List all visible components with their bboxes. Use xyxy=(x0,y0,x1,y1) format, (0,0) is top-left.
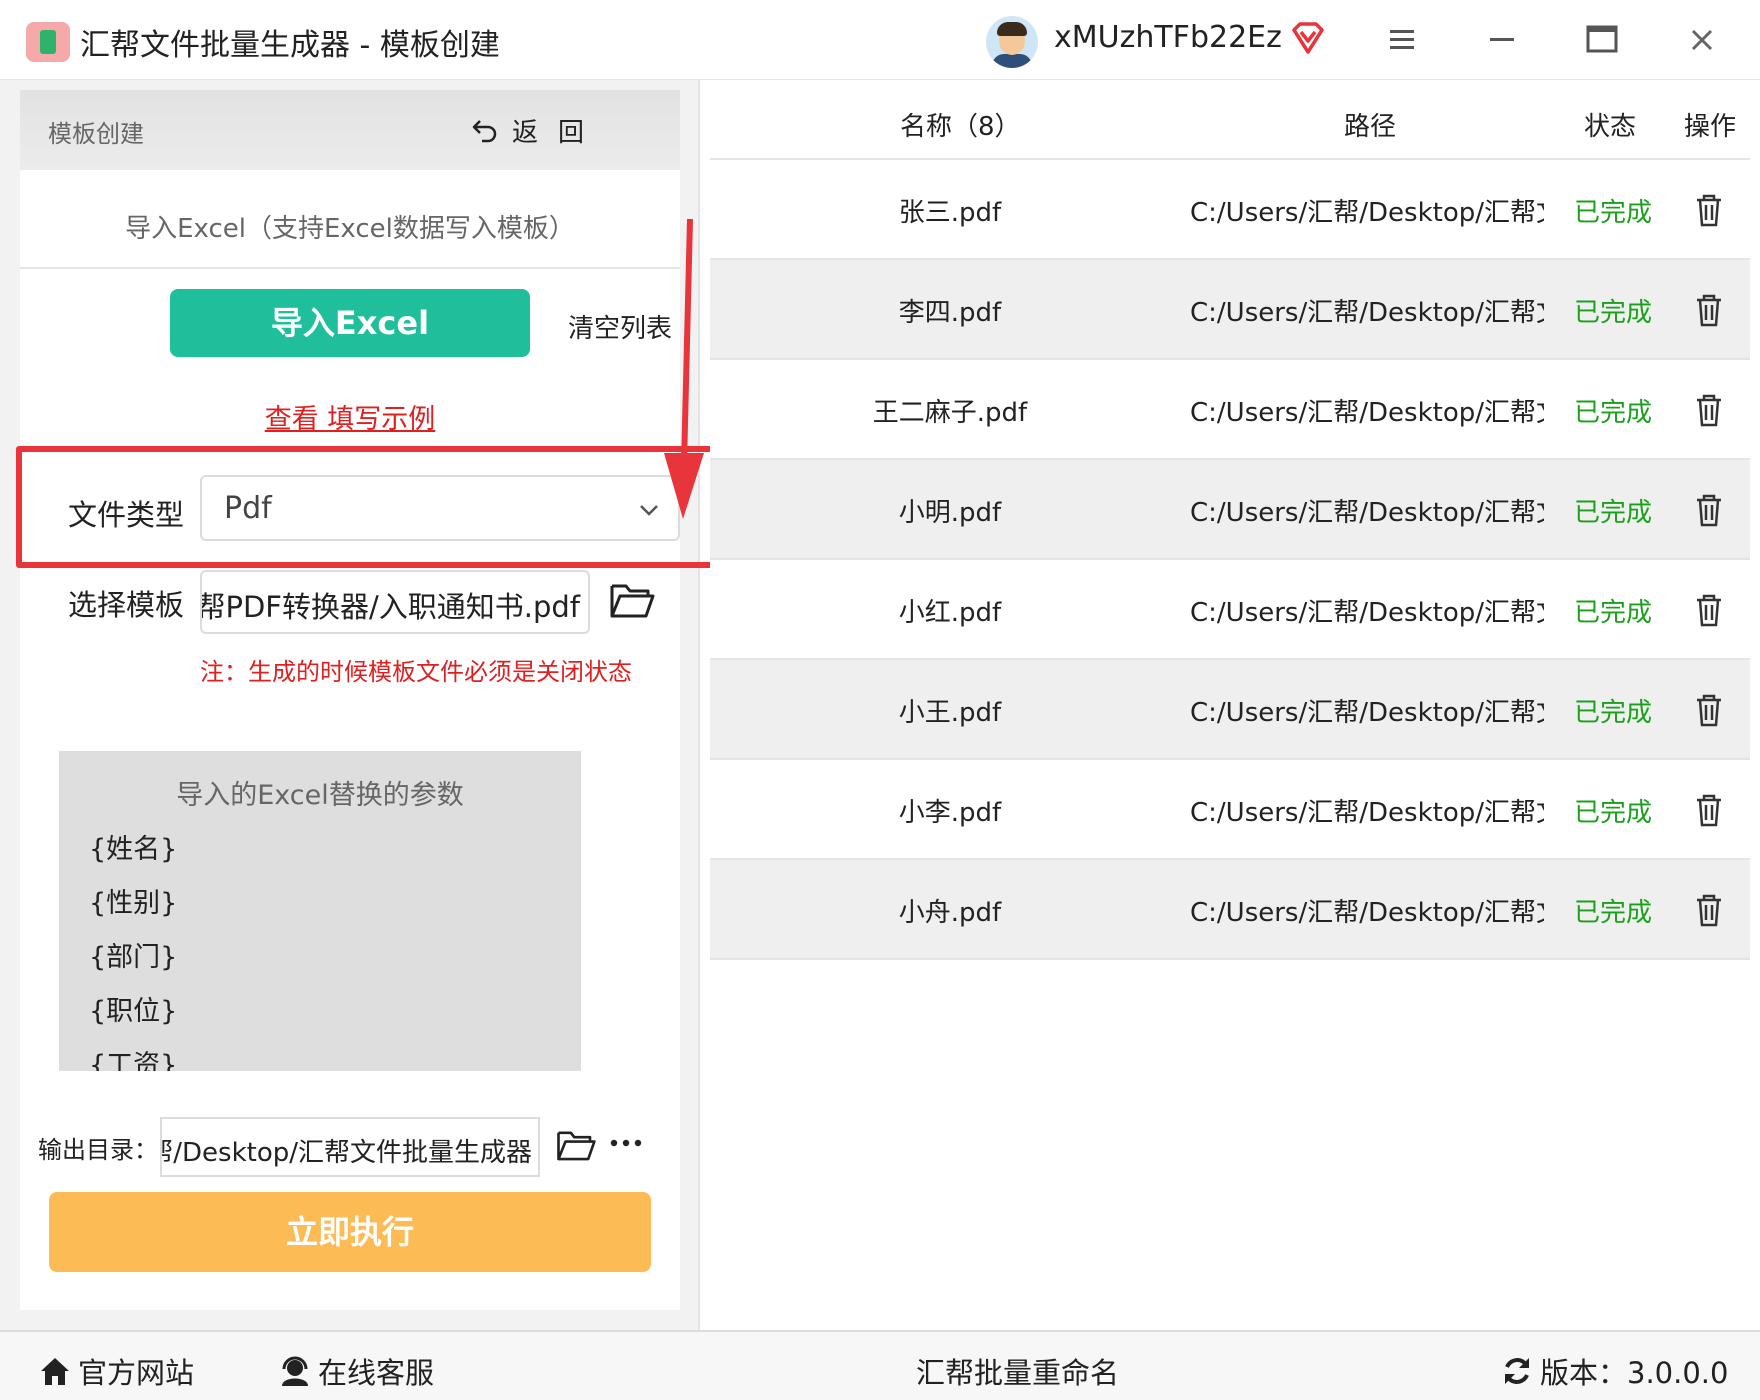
status-bar: 官方网站 在线客服 汇帮批量重命名 版本：3.0.0.0 xyxy=(0,1330,1760,1400)
divider xyxy=(20,267,680,269)
online-service-label: 在线客服 xyxy=(318,1356,435,1390)
trash-icon[interactable] xyxy=(1692,892,1726,928)
status-badge: 已完成 xyxy=(1574,298,1653,328)
version-info[interactable]: 版本：3.0.0.0 xyxy=(1500,1350,1728,1392)
trash-icon[interactable] xyxy=(1692,692,1726,728)
column-header-action: 操作 xyxy=(1684,112,1737,142)
left-panel: 模板创建 返回 导入Excel（支持Excel数据写入模板） 导入Excel 清… xyxy=(0,80,704,1330)
file-path: C:/Users/汇帮/Desktop/汇帮文件 xyxy=(1190,298,1544,328)
param-item: {性别} xyxy=(89,888,178,919)
vip-diamond-icon[interactable] xyxy=(1290,20,1326,56)
maximize-icon[interactable] xyxy=(1580,18,1624,62)
online-service-link[interactable]: 在线客服 xyxy=(278,1350,434,1392)
file-path: C:/Users/汇帮/Desktop/汇帮文件 xyxy=(1190,798,1544,828)
column-header-name[interactable]: 名称（8） xyxy=(900,106,1021,143)
file-name: 小李.pdf xyxy=(898,798,1002,828)
minimize-icon[interactable] xyxy=(1480,18,1524,62)
table-row[interactable]: 张三.pdf C:/Users/汇帮/Desktop/汇帮文件 已完成 xyxy=(710,160,1750,260)
home-icon xyxy=(41,1358,69,1385)
app-logo-icon xyxy=(26,22,70,62)
trash-icon[interactable] xyxy=(1692,592,1726,628)
back-button[interactable]: 返回 xyxy=(470,110,604,150)
back-arrow-icon xyxy=(472,120,497,143)
folder-icon[interactable] xyxy=(555,1125,597,1165)
file-path: C:/Users/汇帮/Desktop/汇帮文件 xyxy=(1190,598,1544,628)
official-site-label: 官方网站 xyxy=(78,1356,195,1390)
import-excel-button[interactable]: 导入Excel xyxy=(170,289,530,357)
status-badge: 已完成 xyxy=(1574,798,1653,828)
file-path: C:/Users/汇帮/Desktop/汇帮文件 xyxy=(1190,198,1544,228)
file-path: C:/Users/汇帮/Desktop/汇帮文件 xyxy=(1190,898,1544,928)
status-badge: 已完成 xyxy=(1574,698,1653,728)
more-icon[interactable] xyxy=(606,1123,646,1163)
param-item: {姓名} xyxy=(89,834,178,865)
template-path-input[interactable]: 汇帮PDF转换器/入职通知书.pdf xyxy=(200,570,590,634)
panel-title: 模板创建 xyxy=(48,120,144,148)
title-bar: 汇帮文件批量生成器 - 模板创建 xMUzhTFb22Ez xyxy=(0,0,1760,80)
refresh-icon xyxy=(1505,1358,1529,1384)
back-label: 返回 xyxy=(512,117,605,148)
headset-icon xyxy=(282,1356,308,1386)
trash-icon[interactable] xyxy=(1692,492,1726,528)
file-name: 张三.pdf xyxy=(898,198,1002,228)
table-row[interactable]: 小明.pdf C:/Users/汇帮/Desktop/汇帮文件 已完成 xyxy=(710,460,1750,560)
param-item: {部门} xyxy=(89,942,178,973)
import-description: 导入Excel（支持Excel数据写入模板） xyxy=(125,214,575,244)
official-site-link[interactable]: 官方网站 xyxy=(38,1350,194,1392)
status-badge: 已完成 xyxy=(1574,498,1653,528)
status-badge: 已完成 xyxy=(1574,398,1653,428)
file-name: 小舟.pdf xyxy=(898,898,1002,928)
template-note: 注：生成的时候模板文件必须是关闭状态 xyxy=(200,658,632,686)
column-header-path[interactable]: 路径 xyxy=(1344,106,1396,143)
menu-icon[interactable] xyxy=(1380,18,1424,62)
output-dir-input[interactable]: 汇帮/Desktop/汇帮文件批量生成器 xyxy=(160,1117,540,1177)
example-link[interactable]: 查看 填写示例 xyxy=(20,397,680,436)
file-path: C:/Users/汇帮/Desktop/汇帮文件 xyxy=(1190,698,1544,728)
run-button[interactable]: 立即执行 xyxy=(49,1192,651,1272)
template-path-value: 汇帮PDF转换器/入职通知书.pdf xyxy=(200,590,580,624)
table-row[interactable]: 小王.pdf C:/Users/汇帮/Desktop/汇帮文件 已完成 xyxy=(710,660,1750,760)
file-name: 小王.pdf xyxy=(898,698,1002,728)
status-badge: 已完成 xyxy=(1574,598,1653,628)
username[interactable]: xMUzhTFb22Ez xyxy=(1054,20,1282,55)
trash-icon[interactable] xyxy=(1692,192,1726,228)
trash-icon[interactable] xyxy=(1692,292,1726,328)
table-row[interactable]: 小舟.pdf C:/Users/汇帮/Desktop/汇帮文件 已完成 xyxy=(710,860,1750,960)
file-path: C:/Users/汇帮/Desktop/汇帮文件 xyxy=(1190,398,1544,428)
file-list-panel: 名称（8） 路径 状态 操作 张三.pdf C:/Users/汇帮/Deskto… xyxy=(710,80,1750,1330)
table-row[interactable]: 李四.pdf C:/Users/汇帮/Desktop/汇帮文件 已完成 xyxy=(710,260,1750,360)
trash-icon[interactable] xyxy=(1692,392,1726,428)
file-name: 小红.pdf xyxy=(898,598,1002,628)
batch-rename-link[interactable]: 汇帮批量重命名 xyxy=(916,1350,1119,1392)
output-label: 输出目录： xyxy=(38,1136,158,1164)
output-dir-value: 汇帮/Desktop/汇帮文件批量生成器 xyxy=(160,1138,532,1168)
params-title: 导入的Excel替换的参数 xyxy=(176,780,464,811)
column-header-status[interactable]: 状态 xyxy=(1584,106,1636,143)
file-name: 王二麻子.pdf xyxy=(872,398,1028,428)
close-icon[interactable] xyxy=(1680,18,1724,62)
params-box: 导入的Excel替换的参数 {姓名} {性别} {部门} {职位} {工资} xyxy=(59,751,581,1071)
panel-header: 模板创建 返回 xyxy=(20,90,680,170)
table-header: 名称（8） 路径 状态 操作 xyxy=(710,80,1750,160)
template-settings-card: 模板创建 返回 导入Excel（支持Excel数据写入模板） 导入Excel 清… xyxy=(20,90,680,1310)
param-item: {工资} xyxy=(89,1050,178,1071)
table-row[interactable]: 小李.pdf C:/Users/汇帮/Desktop/汇帮文件 已完成 xyxy=(710,760,1750,860)
avatar[interactable] xyxy=(986,16,1038,68)
table-row[interactable]: 小红.pdf C:/Users/汇帮/Desktop/汇帮文件 已完成 xyxy=(710,560,1750,660)
status-badge: 已完成 xyxy=(1574,198,1653,228)
param-item: {职位} xyxy=(89,996,178,1027)
annotation-highlight-box xyxy=(16,446,718,568)
template-label: 选择模板 xyxy=(68,588,185,622)
file-name: 小明.pdf xyxy=(898,498,1002,528)
trash-icon[interactable] xyxy=(1692,792,1726,828)
version-label: 版本：3.0.0.0 xyxy=(1540,1356,1729,1390)
table-row[interactable]: 王二麻子.pdf C:/Users/汇帮/Desktop/汇帮文件 已完成 xyxy=(710,360,1750,460)
file-name: 李四.pdf xyxy=(898,298,1002,328)
file-path: C:/Users/汇帮/Desktop/汇帮文件 xyxy=(1190,498,1544,528)
folder-icon[interactable] xyxy=(608,578,656,622)
status-badge: 已完成 xyxy=(1574,898,1653,928)
window-title: 汇帮文件批量生成器 - 模板创建 xyxy=(80,28,500,63)
